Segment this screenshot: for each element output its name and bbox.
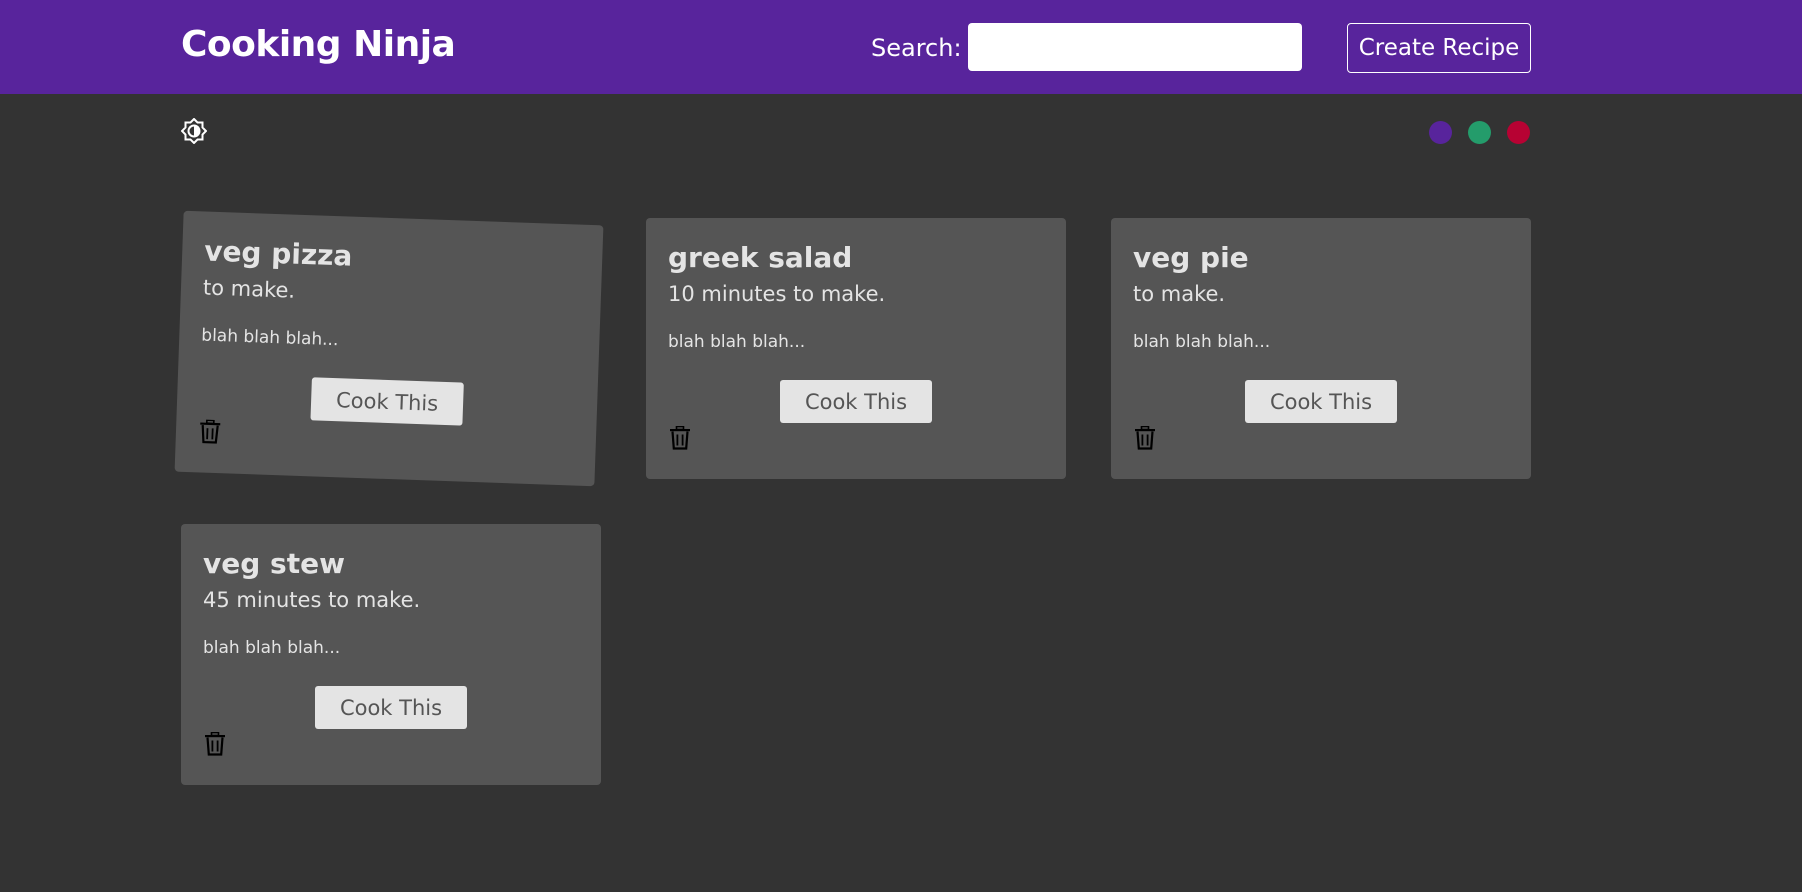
recipe-card[interactable]: veg pizza to make. blah blah blah... Coo… <box>174 210 604 487</box>
trash-icon[interactable] <box>199 419 222 444</box>
trash-icon[interactable] <box>669 425 691 450</box>
recipe-time: 45 minutes to make. <box>203 588 421 612</box>
recipe-time: to make. <box>1133 282 1226 306</box>
theme-swatch-red[interactable] <box>1507 121 1530 144</box>
cook-this-button[interactable]: Cook This <box>315 686 467 729</box>
recipe-title: veg pizza <box>203 234 353 273</box>
recipe-description: blah blah blah... <box>200 325 339 351</box>
trash-icon[interactable] <box>1134 425 1156 450</box>
search-label: Search: <box>871 34 962 62</box>
navbar: Cooking Ninja Search: Create Recipe <box>0 0 1802 94</box>
brand-title[interactable]: Cooking Ninja <box>181 24 456 65</box>
theme-swatch-green[interactable] <box>1468 121 1491 144</box>
recipe-title: greek salad <box>668 241 853 274</box>
brightness-icon[interactable] <box>180 117 208 145</box>
recipe-time: 10 minutes to make. <box>668 282 886 306</box>
recipe-time: to make. <box>202 275 296 303</box>
recipe-description: blah blah blah... <box>1133 332 1271 352</box>
recipe-description: blah blah blah... <box>668 332 806 352</box>
trash-icon[interactable] <box>204 731 226 756</box>
recipe-title: veg pie <box>1133 241 1249 274</box>
recipe-card[interactable]: greek salad 10 minutes to make. blah bla… <box>646 218 1066 479</box>
cook-this-button[interactable]: Cook This <box>780 380 932 423</box>
cook-this-button[interactable]: Cook This <box>310 377 464 426</box>
theme-swatch-purple[interactable] <box>1429 121 1452 144</box>
search-input[interactable] <box>968 23 1302 71</box>
recipe-title: veg stew <box>203 547 345 580</box>
recipe-description: blah blah blah... <box>203 638 341 658</box>
recipe-card[interactable]: veg pie to make. blah blah blah... Cook … <box>1111 218 1531 479</box>
recipe-card[interactable]: veg stew 45 minutes to make. blah blah b… <box>181 524 601 785</box>
cook-this-button[interactable]: Cook This <box>1245 380 1397 423</box>
create-recipe-button[interactable]: Create Recipe <box>1347 23 1531 73</box>
